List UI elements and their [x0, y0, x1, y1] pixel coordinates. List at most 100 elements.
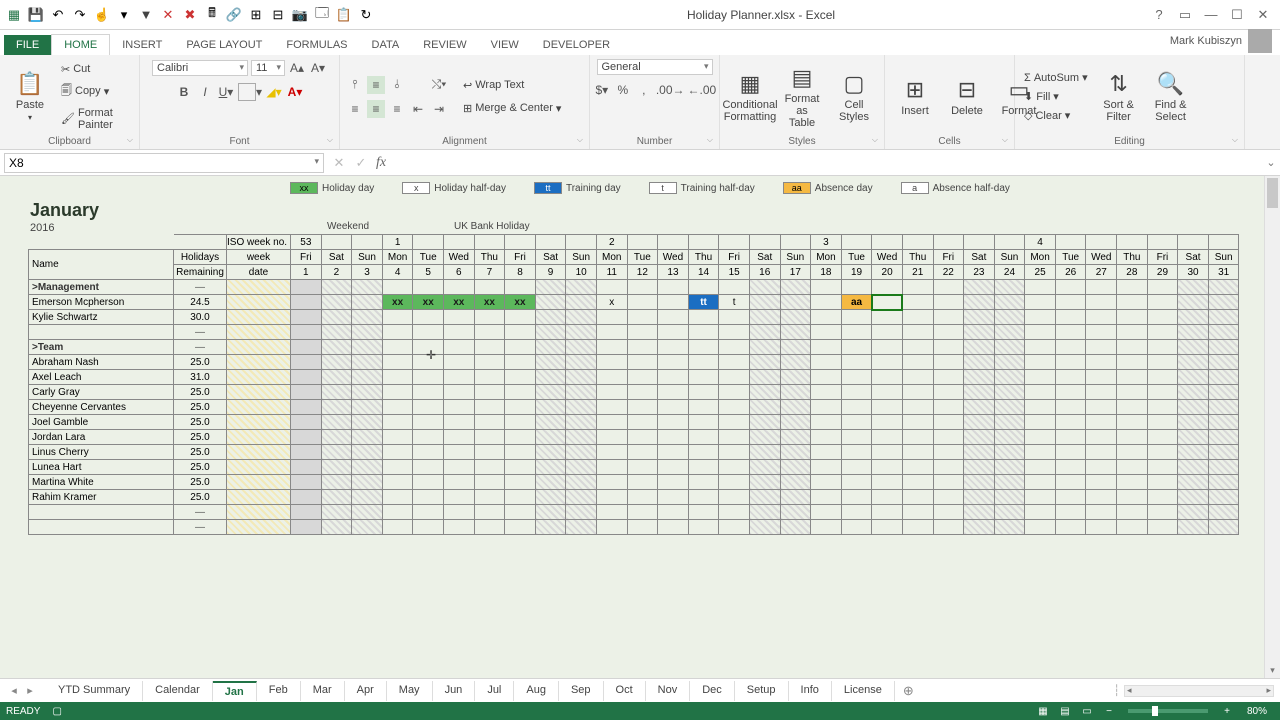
align-center-icon[interactable]: ≡ — [367, 100, 385, 118]
tab-scroll-left-icon[interactable]: ◂ — [6, 684, 22, 697]
formula-expand-icon[interactable]: ⌄ — [1262, 156, 1280, 169]
zoom-level[interactable]: 80% — [1240, 706, 1274, 717]
format-painter-button[interactable]: 🖌 Format Painter — [58, 105, 133, 133]
comma-icon[interactable]: , — [635, 81, 653, 99]
sheet-tab-setup[interactable]: Setup — [735, 681, 789, 701]
copy-button[interactable]: 🗐 Copy ▾ — [58, 80, 133, 103]
sheet-tab-jul[interactable]: Jul — [475, 681, 514, 701]
link-icon[interactable]: 🔗 — [226, 7, 242, 23]
italic-button[interactable]: I — [196, 83, 214, 101]
touch-icon[interactable]: ☝ — [94, 7, 110, 23]
align-top-icon[interactable]: ⫯ — [346, 76, 364, 94]
camera-icon[interactable]: 📷 — [292, 7, 308, 23]
ribbon-display-icon[interactable]: ▭ — [1176, 6, 1194, 24]
macro-record-icon[interactable]: ▢ — [52, 706, 61, 717]
sheet-tab-jan[interactable]: Jan — [213, 681, 257, 701]
sheet-tab-may[interactable]: May — [387, 681, 433, 701]
increase-indent-icon[interactable]: ⇥ — [430, 100, 448, 118]
paste-button[interactable]: 📋Paste▾ — [6, 69, 54, 124]
format-as-table-button[interactable]: ▤Format as Table — [778, 63, 826, 131]
normal-view-icon[interactable]: ▦ — [1034, 706, 1052, 717]
tab-formulas[interactable]: FORMULAS — [274, 35, 359, 55]
clear-filter-icon[interactable]: ✕ — [160, 7, 176, 23]
sheet-tab-oct[interactable]: Oct — [604, 681, 646, 701]
conditional-formatting-button[interactable]: ▦Conditional Formatting — [726, 69, 774, 125]
zoom-out-icon[interactable]: − — [1100, 706, 1118, 717]
calc-icon[interactable]: 🖩 — [204, 7, 220, 23]
form-icon[interactable]: 📋 — [336, 7, 352, 23]
align-bottom-icon[interactable]: ⫰ — [388, 76, 406, 94]
vertical-scrollbar[interactable]: ▴▾ — [1264, 176, 1280, 678]
sheet-tab-aug[interactable]: Aug — [514, 681, 559, 701]
tab-page-layout[interactable]: PAGE LAYOUT — [174, 35, 274, 55]
horizontal-scrollbar[interactable] — [1124, 685, 1274, 697]
decrease-font-icon[interactable]: A▾ — [309, 59, 327, 77]
ungroup-icon[interactable]: ⊟ — [270, 7, 286, 23]
cancel-formula-icon[interactable]: ✕ — [328, 155, 350, 171]
enter-formula-icon[interactable]: ✓ — [350, 155, 372, 171]
sheet-tab-mar[interactable]: Mar — [301, 681, 345, 701]
sheet-tab-jun[interactable]: Jun — [433, 681, 476, 701]
autosum-button[interactable]: Σ AutoSum ▾ — [1021, 69, 1091, 86]
user-area[interactable]: Mark Kubiszyn — [1162, 27, 1280, 55]
group-icon[interactable]: ⊞ — [248, 7, 264, 23]
border-button[interactable]: ▾ — [238, 83, 262, 101]
filter-icon[interactable]: ▼ — [138, 7, 154, 23]
cut-button[interactable]: ✂ Cut — [58, 61, 133, 78]
font-size-select[interactable]: 11 — [251, 60, 285, 76]
zoom-slider[interactable] — [1128, 709, 1208, 713]
sheet-tab-ytd-summary[interactable]: YTD Summary — [46, 681, 143, 701]
redo-icon[interactable]: ↷ — [72, 7, 88, 23]
sheet-tab-apr[interactable]: Apr — [345, 681, 387, 701]
repeat-icon[interactable]: ↻ — [358, 7, 374, 23]
minimize-icon[interactable]: — — [1202, 6, 1220, 24]
reapply-icon[interactable]: ✖ — [182, 7, 198, 23]
sort-filter-button[interactable]: ⇅Sort & Filter — [1095, 69, 1143, 125]
sheet-tab-nov[interactable]: Nov — [646, 681, 691, 701]
delete-cells-button[interactable]: ⊟Delete — [943, 75, 991, 119]
sheet-tab-dec[interactable]: Dec — [690, 681, 735, 701]
decrease-decimal-icon[interactable]: ←.00 — [688, 81, 717, 99]
font-color-button[interactable]: A▾ — [286, 83, 304, 101]
tab-data[interactable]: DATA — [360, 35, 412, 55]
merge-center-button[interactable]: ⊞ Merge & Center ▾ — [460, 100, 564, 117]
cell-styles-button[interactable]: ▢Cell Styles — [830, 69, 878, 125]
page-break-view-icon[interactable]: ▭ — [1078, 706, 1096, 717]
maximize-icon[interactable]: ☐ — [1228, 6, 1246, 24]
fx-icon[interactable]: fx — [372, 155, 390, 171]
sheet-tab-feb[interactable]: Feb — [257, 681, 301, 701]
tab-review[interactable]: REVIEW — [411, 35, 478, 55]
font-name-select[interactable]: Calibri — [152, 60, 248, 76]
tab-view[interactable]: VIEW — [479, 35, 531, 55]
new-sheet-button[interactable]: ⊕ — [895, 680, 922, 702]
sheet-tab-license[interactable]: License — [832, 681, 895, 701]
insert-cells-button[interactable]: ⊞Insert — [891, 75, 939, 119]
tab-insert[interactable]: INSERT — [110, 35, 174, 55]
help-icon[interactable]: ? — [1150, 6, 1168, 24]
sheet-tab-calendar[interactable]: Calendar — [143, 681, 213, 701]
save-icon[interactable]: 💾 — [28, 7, 44, 23]
tab-home[interactable]: HOME — [51, 34, 110, 55]
number-format-select[interactable]: General — [597, 59, 713, 75]
tab-file[interactable]: FILE — [4, 35, 51, 55]
undo-icon[interactable]: ↶ — [50, 7, 66, 23]
align-middle-icon[interactable]: ≡ — [367, 76, 385, 94]
percent-icon[interactable]: % — [614, 81, 632, 99]
underline-button[interactable]: U▾ — [217, 83, 235, 101]
fill-button[interactable]: ⬇ Fill ▾ — [1021, 88, 1091, 105]
find-select-button[interactable]: 🔍Find & Select — [1147, 69, 1195, 125]
sheet-tab-info[interactable]: Info — [789, 681, 832, 701]
qat-more-icon[interactable]: ▾ — [116, 7, 132, 23]
worksheet[interactable]: xxHoliday day xHoliday half-day ttTraini… — [0, 176, 1280, 678]
accounting-icon[interactable]: $▾ — [593, 81, 611, 99]
formula-input[interactable] — [390, 154, 1262, 172]
align-right-icon[interactable]: ≡ — [388, 100, 406, 118]
fill-color-button[interactable]: ◢▾ — [265, 83, 283, 101]
zoom-in-icon[interactable]: + — [1218, 706, 1236, 717]
clear-button[interactable]: ◇ Clear ▾ — [1021, 107, 1091, 124]
increase-font-icon[interactable]: A▴ — [288, 59, 306, 77]
orientation-icon[interactable]: ⤭▾ — [430, 76, 448, 94]
increase-decimal-icon[interactable]: .00→ — [656, 81, 685, 99]
tab-scroll-right-icon[interactable]: ▸ — [22, 684, 38, 697]
sheet-tab-sep[interactable]: Sep — [559, 681, 604, 701]
